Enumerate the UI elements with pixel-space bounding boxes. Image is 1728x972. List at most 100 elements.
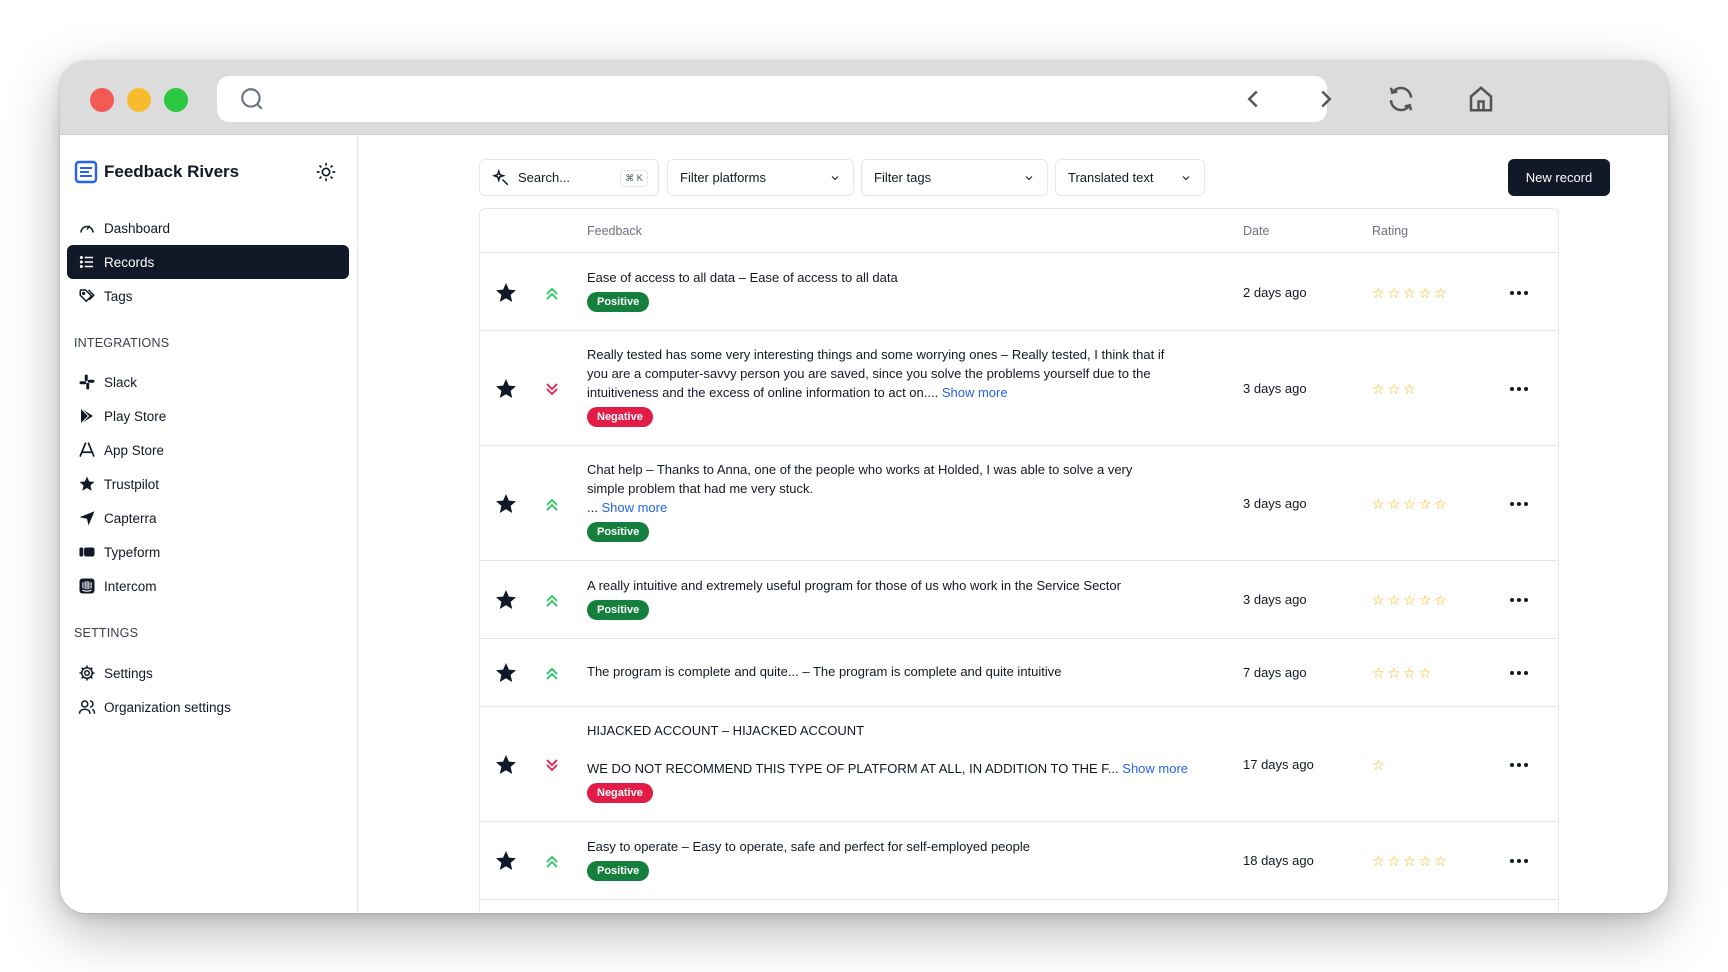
column-header-date[interactable]: Date [1243,224,1269,238]
feedback-cell[interactable]: Easy to operate – Easy to operate, safe … [587,837,1212,881]
sidebar-item-play-store[interactable]: Play Store [67,399,349,433]
filter-platforms-label: Filter platforms [680,170,766,185]
rating-stars: ☆ ☆ ☆ ☆ ☆ [1372,497,1450,511]
sidebar-item-label: Dashboard [104,220,171,236]
rating-star-icon: ☆ [1372,853,1385,869]
feedback-line: Chat help – Thanks to Anna, one of the p… [587,462,1133,478]
feedback-line: Ease of access to all data – Ease of acc… [587,270,898,286]
feedback-cell[interactable]: Really tested has some very interesting … [587,345,1212,428]
new-record-button[interactable]: New record [1508,159,1610,196]
rating-star-icon: ☆ [1418,853,1432,869]
feedback-rivers-logo-icon [74,160,98,184]
rating-star-icon: ☆ [1387,284,1401,301]
date-cell: 3 days ago [1243,495,1307,511]
rating-stars: ☆ ☆ ☆ ☆ ☆ [1372,286,1450,300]
translated-text-dropdown[interactable]: Translated text [1055,159,1205,196]
sidebar-item-capterra[interactable]: Capterra [67,501,349,535]
forward-button[interactable] [1310,83,1342,115]
play-store-icon [77,406,97,426]
sidebar-item-label: Trustpilot [104,476,160,492]
more-options-icon[interactable] [1508,760,1530,770]
address-bar[interactable] [217,76,1327,122]
rating-star-icon: ☆ [1418,284,1432,301]
chevron-down-icon [1182,176,1190,181]
main-panel: Search... ⌘ K Filter platforms Filter ta… [359,136,1668,913]
sidebar-item-records[interactable]: Records [67,245,349,279]
show-more-link[interactable]: Show more [601,500,667,515]
back-button[interactable] [1237,83,1269,115]
rating-star-icon: ☆ [1434,284,1447,301]
sun-icon[interactable] [315,161,337,183]
more-options-icon[interactable] [1508,856,1530,866]
feedback-cell[interactable]: HIJACKED ACCOUNT – HIJACKED ACCOUNT WE DO… [587,721,1212,804]
more-options-icon[interactable] [1508,499,1530,509]
filter-tags-dropdown[interactable]: Filter tags [861,159,1048,196]
date-cell: 7 days ago [1243,665,1307,680]
rating-star-icon: ☆ [1434,592,1447,608]
feedback-cell[interactable]: The program is complete and quite... – T… [587,662,1212,681]
table-row[interactable]: Easy to operate – Easy to operate, safe … [480,822,1558,900]
rating-star-icon: ☆ [1387,665,1401,681]
trustpilot-star-icon [77,474,97,494]
rating-star-icon: ☆ [1387,853,1401,869]
maximize-window-button[interactable] [164,88,188,112]
feedback-cell[interactable]: A really intuitive and extremely useful … [587,576,1212,620]
brand-name: Feedback Rivers [104,162,240,181]
minimize-window-button[interactable] [127,88,151,112]
filter-platforms-dropdown[interactable]: Filter platforms [667,159,854,196]
more-options-icon[interactable] [1508,668,1530,678]
favorite-star-icon[interactable] [494,377,518,401]
sidebar-item-label: Play Store [104,408,167,424]
more-options-icon[interactable] [1508,595,1530,605]
sidebar-item-dashboard[interactable]: Dashboard [67,211,349,245]
more-options-icon[interactable] [1508,288,1530,298]
rating-star-icon: ☆ [1372,380,1385,397]
brand[interactable]: Feedback Rivers [74,159,239,185]
sidebar-item-app-store[interactable]: App Store [67,433,349,467]
column-header-feedback[interactable]: Feedback [587,224,642,238]
table-row[interactable]: A really intuitive and extremely useful … [480,561,1558,639]
favorite-star-icon[interactable] [494,849,518,873]
feedback-line: simple problem that had me very stuck. [587,481,814,497]
favorite-star-icon[interactable] [494,588,518,612]
sidebar: Feedback Rivers Dashboard Records Tags I… [60,136,358,913]
reload-button[interactable] [1385,83,1417,115]
table-row[interactable]: HIJACKED ACCOUNT – HIJACKED ACCOUNT WE DO… [480,707,1558,822]
sidebar-item-trustpilot[interactable]: Trustpilot [67,467,349,501]
table-row[interactable]: Ease of access to all data – Ease of acc… [480,254,1558,331]
table-row[interactable]: Chat help – Thanks to Anna, one of the p… [480,446,1558,561]
show-more-link[interactable]: Show more [1122,761,1188,776]
close-window-button[interactable] [90,88,114,112]
table-row[interactable]: The program is complete and quite... – T… [480,639,1558,707]
favorite-star-icon[interactable] [494,753,518,777]
show-more-link[interactable]: Show more [942,385,1008,400]
favorite-star-icon[interactable] [494,492,518,516]
sidebar-item-organization-settings[interactable]: Organization settings [67,690,349,724]
more-options-icon[interactable] [1508,384,1530,394]
sidebar-item-settings[interactable]: Settings [67,656,349,690]
translated-text-label: Translated text [1068,170,1154,185]
home-icon [1469,86,1493,112]
sidebar-item-typeform[interactable]: Typeform [67,535,349,569]
sidebar-item-intercom[interactable]: Intercom [67,569,349,603]
feedback-cell[interactable]: Chat help – Thanks to Anna, one of the p… [587,460,1212,543]
table-row[interactable]: Really tested has some very interesting … [480,331,1558,446]
chevron-left-icon [1247,90,1258,108]
favorite-star-icon[interactable] [494,661,518,685]
column-header-rating[interactable]: Rating [1372,224,1408,238]
favorite-star-icon[interactable] [494,281,518,305]
rating-star-icon: ☆ [1418,592,1432,608]
browser-window: Feedback Rivers Dashboard Records Tags I… [60,61,1668,913]
rating-star-icon: ☆ [1403,853,1416,869]
home-button[interactable] [1465,83,1497,115]
sidebar-item-label: Organization settings [104,699,231,715]
sidebar-item-slack[interactable]: Slack [67,365,349,399]
sidebar-item-tags[interactable]: Tags [67,279,349,313]
rating-stars: ☆ ☆ ☆ ☆ ☆ [1372,593,1450,607]
chevrons-up-icon [546,667,558,680]
search-button[interactable]: Search... ⌘ K [479,159,659,196]
slack-icon [77,372,97,392]
feedback-cell[interactable]: Ease of access to all data – Ease of acc… [587,268,1212,313]
rating-star-icon: ☆ [1418,495,1432,512]
feedback-line: intuitiveness and the excess of online i… [587,385,939,401]
